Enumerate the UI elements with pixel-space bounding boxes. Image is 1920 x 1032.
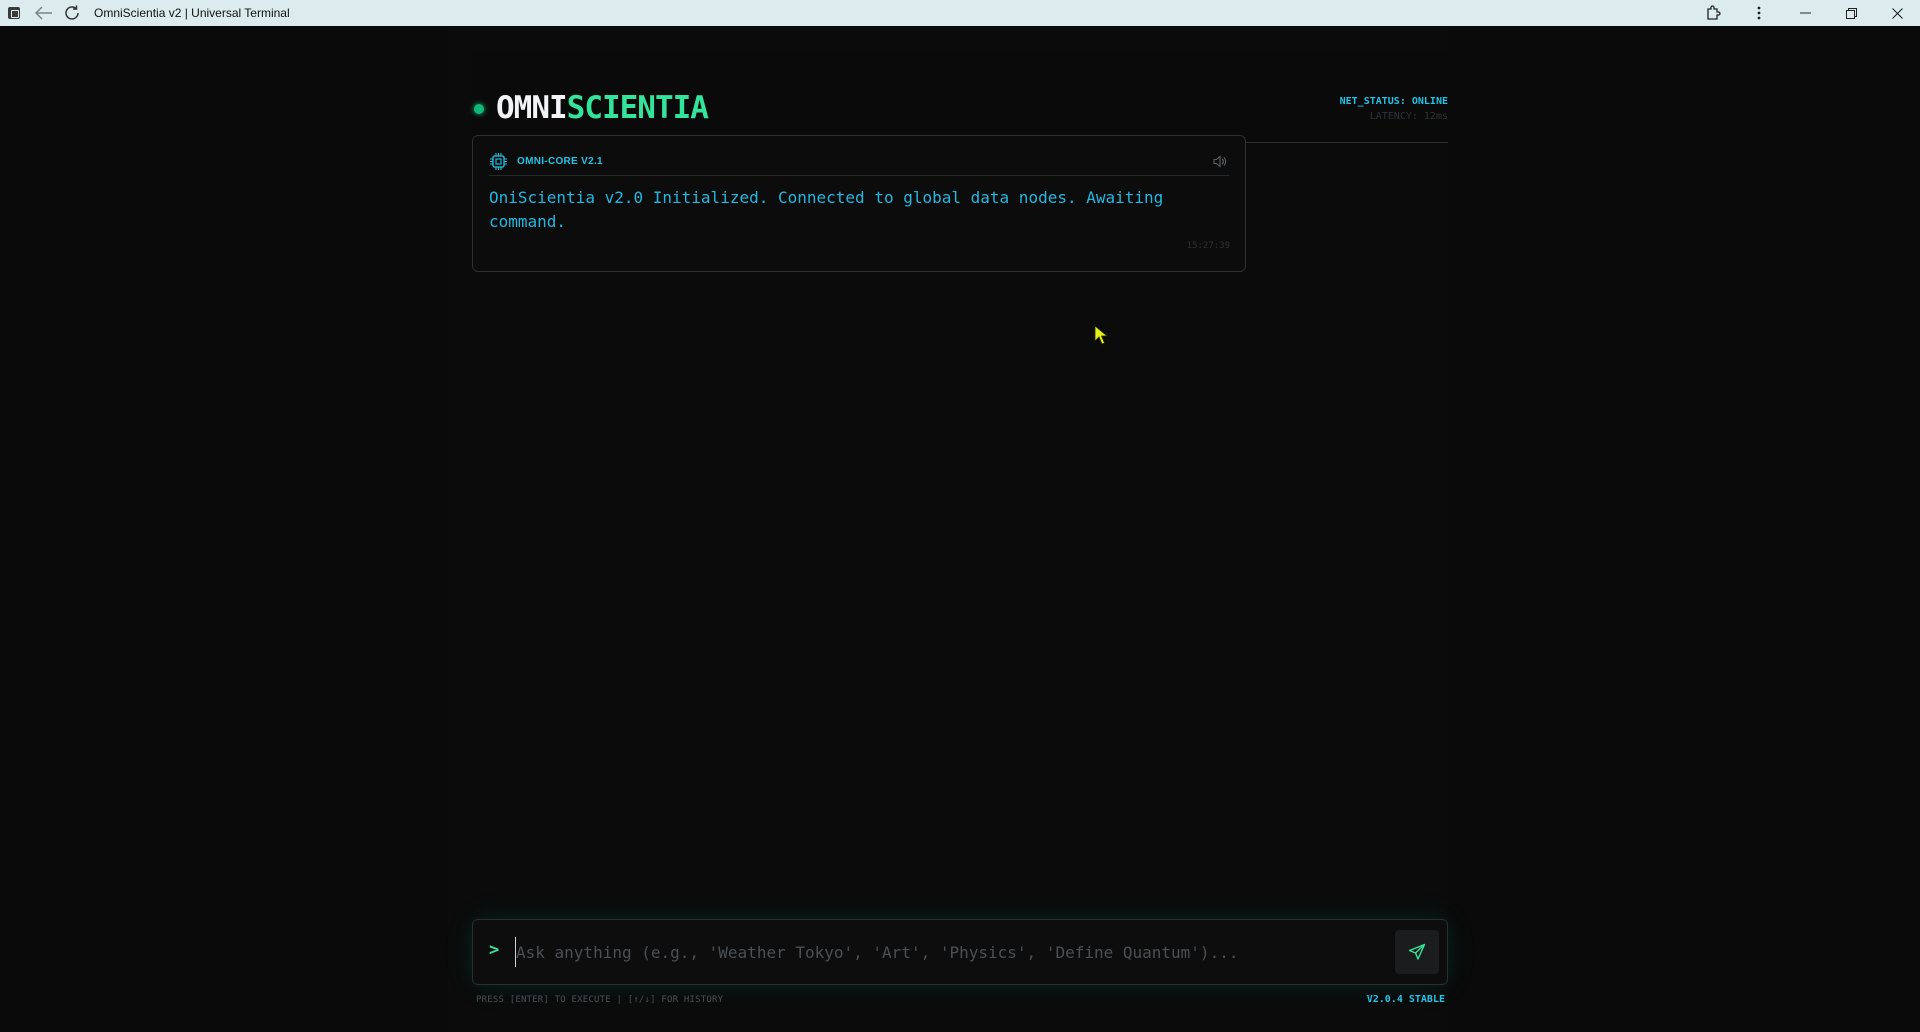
send-icon: [1408, 943, 1426, 960]
message-source: OMNI-CORE V2.1: [517, 156, 603, 167]
app-logo: OMNISCIENTIA: [496, 90, 709, 126]
reload-button[interactable]: [58, 0, 86, 26]
logo-scientia: SCIENTIA: [566, 90, 709, 126]
app-container: OMNISCIENTIA NET_STATUS: ONLINE LATENCY:…: [448, 26, 1448, 1032]
close-button[interactable]: [1874, 0, 1920, 26]
mouse-cursor-icon: [1094, 325, 1108, 345]
header-panel: OMNISCIENTIA NET_STATUS: ONLINE LATENCY:…: [472, 50, 1448, 143]
reload-icon: [65, 5, 79, 20]
version-label: V2.0.4 STABLE: [1366, 994, 1445, 1005]
more-menu-button[interactable]: [1736, 0, 1782, 26]
message-header: OMNI-CORE V2.1: [489, 152, 1229, 176]
restore-button[interactable]: [1828, 0, 1874, 26]
logo-omni: OMNI: [496, 90, 568, 126]
window-title: OmniScientia v2 | Universal Terminal: [94, 6, 290, 20]
online-status-dot: [474, 104, 484, 114]
back-arrow-icon: [35, 6, 52, 20]
back-button[interactable]: [30, 0, 58, 26]
command-input[interactable]: [515, 937, 1385, 967]
speaker-icon[interactable]: [1212, 154, 1227, 169]
more-vertical-icon: [1757, 6, 1761, 20]
message-text: OniScientia v2.0 Initialized. Connected …: [489, 188, 1164, 231]
prompt-sign: >: [489, 940, 500, 960]
system-message-card: OMNI-CORE V2.1 OniScientia v2.0 Initiali…: [472, 135, 1246, 272]
cpu-chip-icon: [490, 153, 507, 170]
restore-icon: [1845, 7, 1857, 19]
app-icon: [8, 7, 20, 19]
window-titlebar: OmniScientia v2 | Universal Terminal: [0, 0, 1920, 26]
app-header: OMNISCIENTIA NET_STATUS: ONLINE LATENCY:…: [472, 50, 1448, 144]
extensions-button[interactable]: [1690, 0, 1736, 26]
minimize-button[interactable]: [1782, 0, 1828, 26]
close-icon: [1891, 7, 1903, 19]
keyboard-hint: PRESS [ENTER] TO EXECUTE | [↑/↓] FOR HIS…: [476, 995, 724, 1005]
extension-icon: [1707, 5, 1721, 20]
latency-readout: LATENCY: 12ms: [1369, 111, 1448, 122]
net-status: NET_STATUS: ONLINE: [1339, 96, 1448, 107]
message-timestamp: 15:27:39: [1186, 241, 1230, 251]
send-button[interactable]: [1395, 930, 1439, 974]
command-input-bar: >: [472, 919, 1448, 985]
minimize-icon: [1799, 12, 1811, 14]
